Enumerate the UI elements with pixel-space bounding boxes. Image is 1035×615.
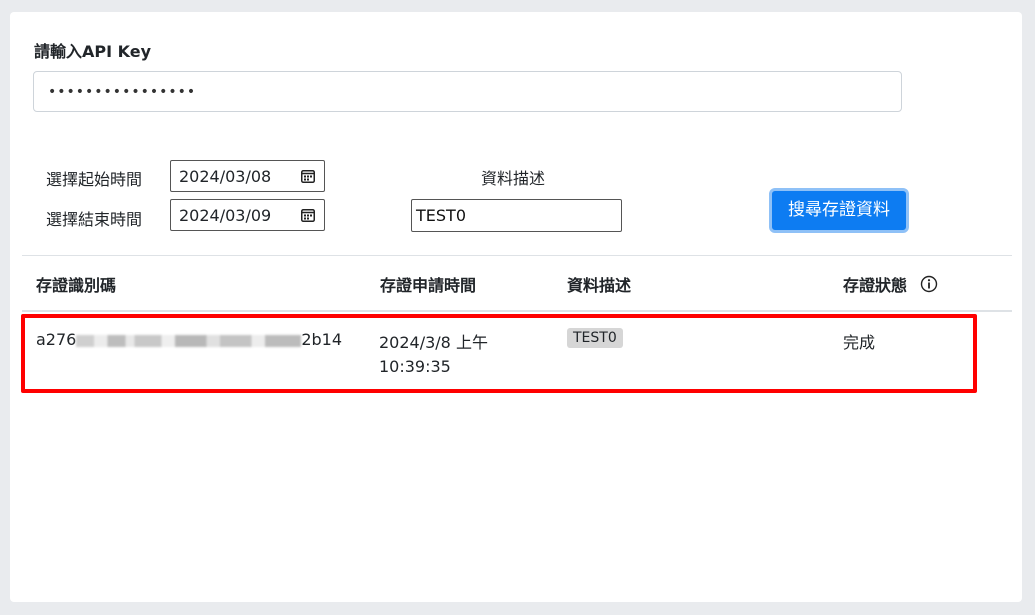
info-icon[interactable] bbox=[920, 275, 938, 293]
end-date-value: 2024/03/09 bbox=[179, 206, 272, 225]
start-date-label: 選擇起始時間 bbox=[46, 170, 143, 189]
description-value: TEST0 bbox=[416, 206, 466, 225]
start-date-input[interactable]: 2024/03/08 bbox=[170, 160, 325, 192]
table-header-divider bbox=[22, 310, 1012, 312]
api-key-input[interactable]: •••••••••••••••• bbox=[33, 71, 902, 112]
col-header-time: 存證申請時間 bbox=[380, 276, 477, 295]
search-records-button[interactable]: 搜尋存證資料 bbox=[769, 188, 909, 233]
col-header-description: 資料描述 bbox=[567, 276, 632, 295]
api-key-value: •••••••••••••••• bbox=[48, 84, 197, 100]
col-header-id: 存證識別碼 bbox=[36, 276, 117, 295]
description-label: 資料描述 bbox=[481, 169, 546, 188]
row-highlight-box bbox=[21, 314, 977, 393]
section-divider bbox=[22, 255, 1012, 256]
end-date-label: 選擇結束時間 bbox=[46, 210, 143, 229]
end-date-input[interactable]: 2024/03/09 bbox=[170, 199, 325, 231]
api-key-label: 請輸入API Key bbox=[34, 42, 152, 61]
description-input[interactable]: TEST0 bbox=[411, 199, 622, 232]
calendar-icon[interactable] bbox=[301, 169, 315, 183]
col-header-status: 存證狀態 bbox=[843, 276, 908, 295]
calendar-icon[interactable] bbox=[301, 208, 315, 222]
start-date-value: 2024/03/08 bbox=[179, 167, 272, 186]
